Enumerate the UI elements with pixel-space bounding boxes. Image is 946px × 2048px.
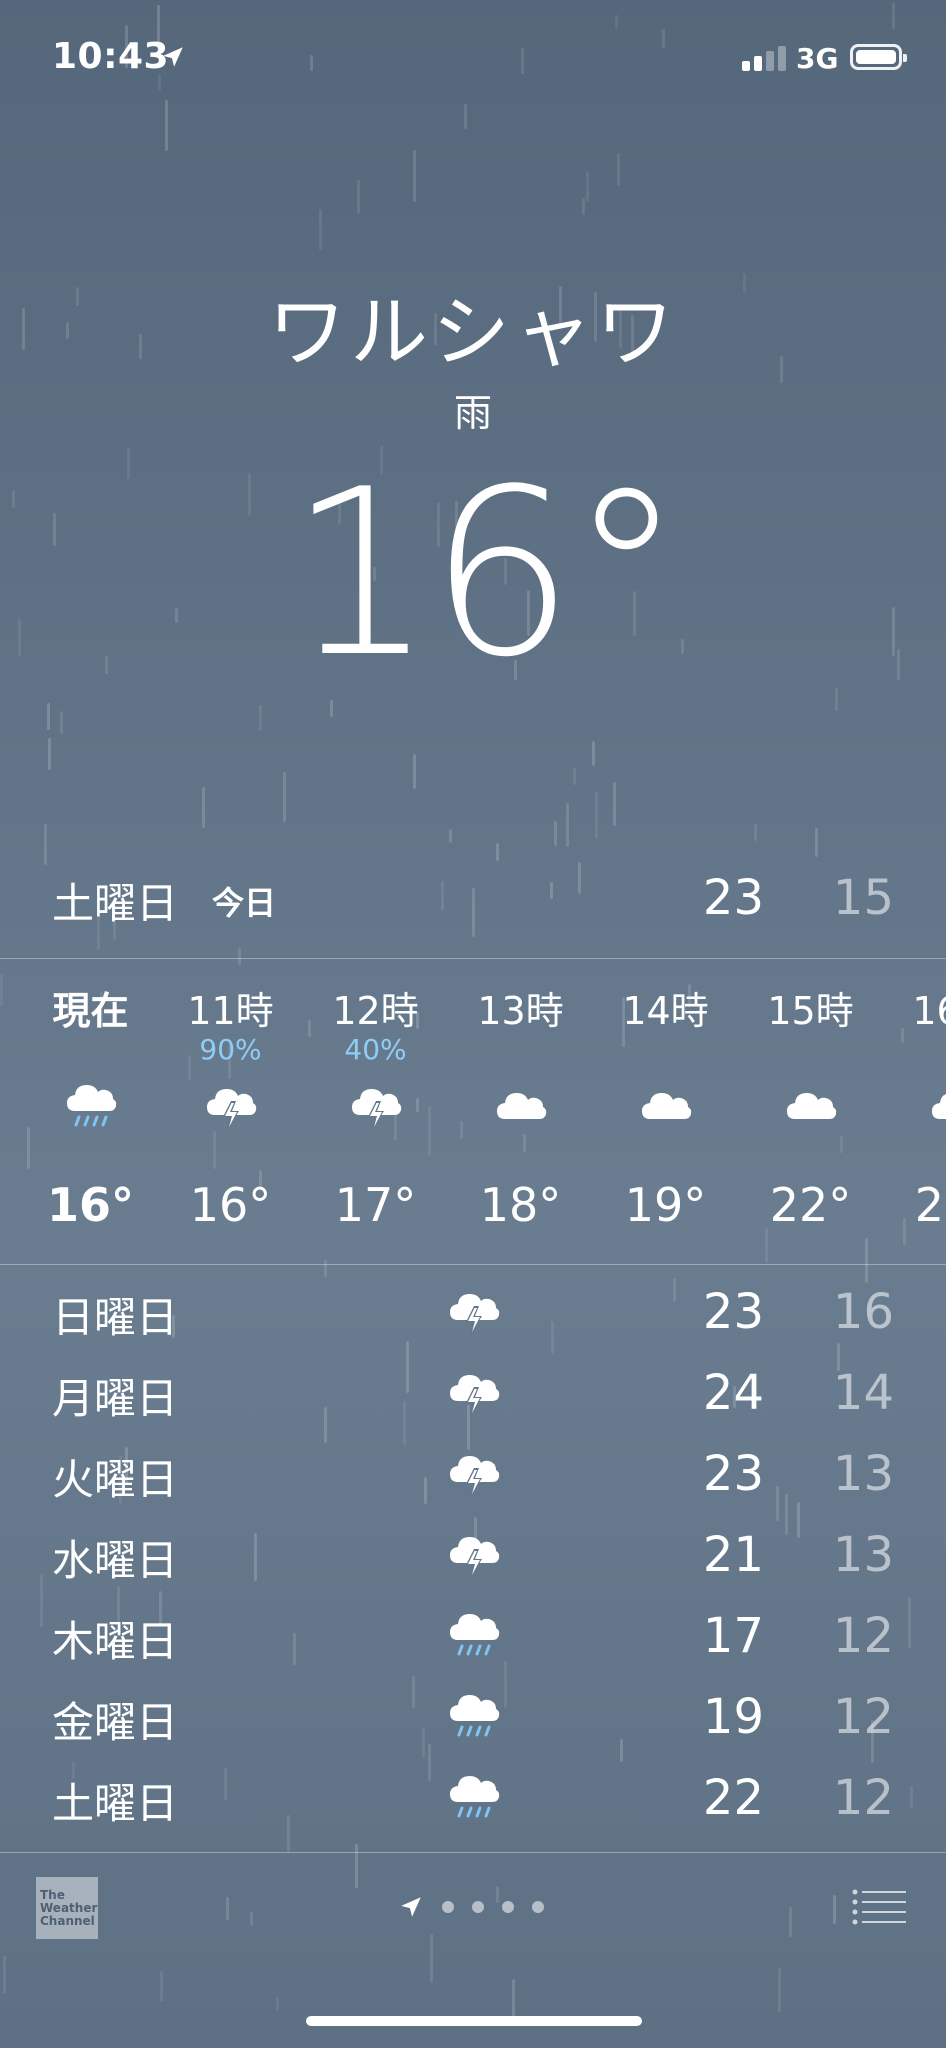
rain-icon: [446, 1683, 502, 1747]
daily-day: 月曜日: [52, 1374, 179, 1423]
daily-low: 14: [832, 1365, 894, 1421]
city-list-icon[interactable]: [852, 1888, 908, 1928]
daily-day: 水曜日: [52, 1536, 179, 1585]
daily-day: 土曜日: [52, 1779, 179, 1828]
hour-temp: 17°: [334, 1178, 417, 1232]
page-dot: [442, 1901, 454, 1913]
hour-item: 11時 90% 16°: [158, 960, 303, 1264]
location-arrow-icon: [163, 47, 183, 67]
hour-label: 12時: [332, 989, 419, 1033]
cloud-icon: [638, 1075, 694, 1135]
hourly-forecast[interactable]: 現在 16° 11時 90% 16° 12時 40% 17° 13時 18° 1…: [0, 960, 946, 1264]
hour-label: 15時: [767, 989, 854, 1033]
hour-label: 現在: [52, 989, 129, 1033]
daily-low: 12: [832, 1770, 894, 1826]
thunderstorm-icon: [203, 1075, 259, 1135]
hour-label: 14時: [622, 989, 709, 1033]
daily-day: 木曜日: [52, 1617, 179, 1666]
current-location-icon: [401, 1897, 421, 1917]
daily-high: 19: [702, 1689, 764, 1745]
battery-icon: [850, 44, 907, 70]
today-low: 15: [832, 870, 894, 926]
daily-row: 木曜日 17 12: [0, 1594, 946, 1674]
thunderstorm-icon: [446, 1359, 502, 1423]
hour-temp: 19°: [624, 1178, 707, 1232]
hour-temp: 16°: [189, 1178, 272, 1232]
page-dot: [472, 1901, 484, 1913]
hour-item: 15時 22°: [738, 960, 883, 1264]
current-condition: 雨: [453, 391, 492, 435]
hour-item: 現在 16°: [18, 960, 163, 1264]
rain-icon: [446, 1764, 502, 1828]
hour-label: 13時: [477, 989, 564, 1033]
thunderstorm-icon: [446, 1440, 502, 1504]
today-tag: 今日: [212, 884, 277, 922]
current-temperature: 16°: [288, 441, 684, 708]
page-indicator[interactable]: [398, 1894, 544, 1920]
hour-precip: 90%: [199, 1033, 262, 1066]
hour-label: 11時: [187, 989, 274, 1033]
daily-low: 13: [832, 1527, 894, 1583]
thunderstorm-icon: [446, 1521, 502, 1585]
status-bar: 10:43 3G: [0, 0, 946, 120]
daily-high: 23: [702, 1446, 764, 1502]
weather-channel-logo[interactable]: The Weather Channel: [36, 1877, 98, 1939]
daily-low: 16: [832, 1284, 894, 1340]
today-day: 土曜日: [52, 879, 179, 928]
daily-high: 17: [702, 1608, 764, 1664]
today-summary: 土曜日 今日 23 15: [52, 870, 894, 930]
city-name: ワルシャワ: [267, 288, 678, 378]
divider: [0, 1264, 946, 1265]
cloud-icon: [783, 1075, 839, 1135]
daily-low: 13: [832, 1446, 894, 1502]
page-dot: [502, 1901, 514, 1913]
daily-low: 12: [832, 1689, 894, 1745]
daily-row: 火曜日 23 13: [0, 1432, 946, 1512]
daily-row: 月曜日 24 14: [0, 1351, 946, 1431]
page-dot: [532, 1901, 544, 1913]
hour-item: 13時 18°: [448, 960, 593, 1264]
daily-day: 金曜日: [52, 1698, 179, 1747]
hour-item: 14時 19°: [593, 960, 738, 1264]
hour-temp: 16°: [46, 1178, 134, 1232]
hour-temp: 22°: [769, 1178, 852, 1232]
network-type: 3G: [796, 42, 839, 75]
daily-high: 22: [702, 1770, 764, 1826]
daily-row: 土曜日 22 12: [0, 1756, 946, 1836]
daily-day: 日曜日: [52, 1293, 179, 1342]
today-high: 23: [702, 870, 764, 926]
hour-item: 16時 23°: [883, 960, 946, 1264]
daily-row: 金曜日 19 12: [0, 1675, 946, 1755]
status-time: 10:43: [52, 36, 170, 77]
hour-item: 12時 40% 17°: [303, 960, 448, 1264]
daily-row: 日曜日 23 16: [0, 1270, 946, 1350]
rain-icon: [446, 1602, 502, 1666]
daily-day: 火曜日: [52, 1455, 179, 1504]
thunderstorm-icon: [446, 1278, 502, 1342]
cloud-icon: [928, 1075, 946, 1135]
daily-high: 21: [702, 1527, 764, 1583]
daily-row: 水曜日 21 13: [0, 1513, 946, 1593]
hour-label: 16時: [912, 989, 946, 1033]
hour-temp: 18°: [479, 1178, 562, 1232]
hour-temp: 23°: [914, 1178, 946, 1232]
daily-high: 24: [702, 1365, 764, 1421]
rain-icon: [63, 1075, 119, 1135]
hour-precip: 40%: [344, 1033, 407, 1066]
daily-high: 23: [702, 1284, 764, 1340]
divider: [0, 958, 946, 959]
daily-low: 12: [832, 1608, 894, 1664]
cloud-icon: [493, 1075, 549, 1135]
home-indicator[interactable]: [306, 2016, 642, 2026]
signal-strength-icon: [742, 46, 786, 71]
thunderstorm-icon: [348, 1075, 404, 1135]
